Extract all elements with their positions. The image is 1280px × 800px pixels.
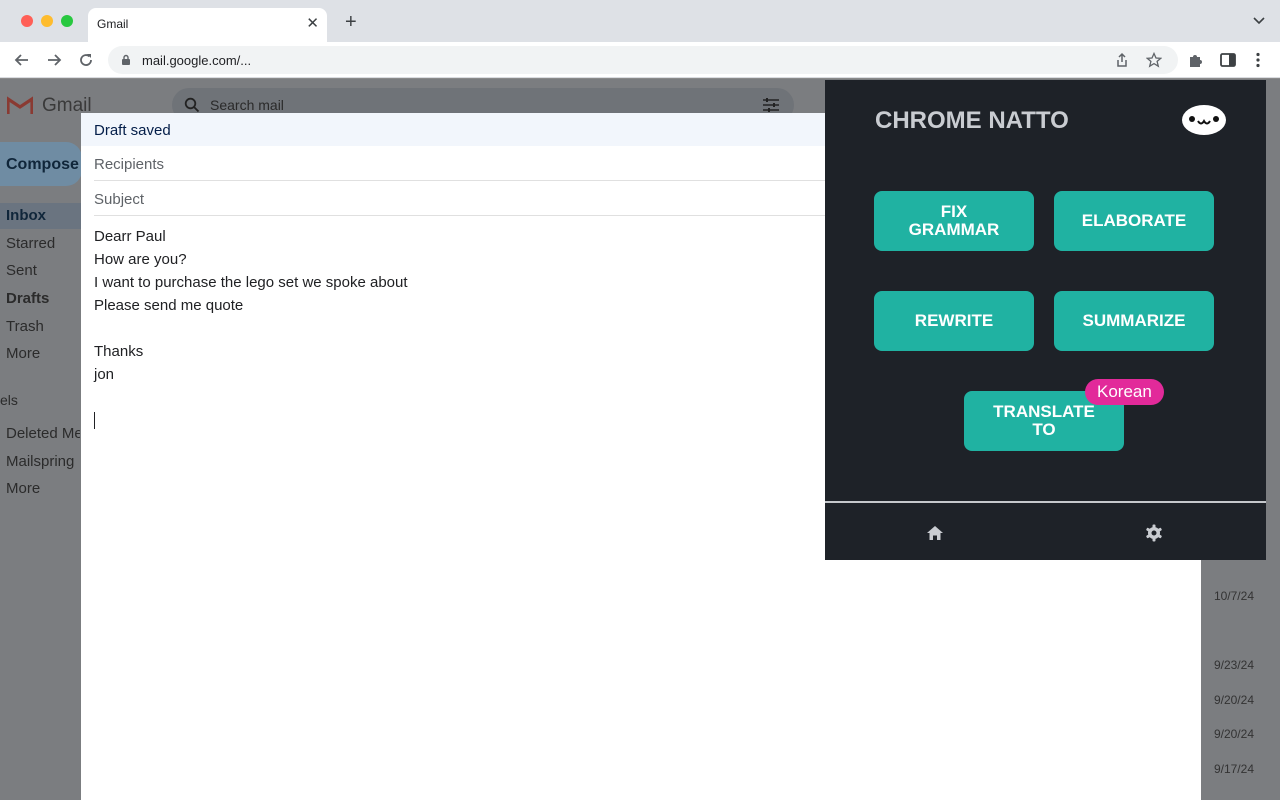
labels-header: els bbox=[0, 392, 18, 408]
summarize-button[interactable]: SUMMARIZE bbox=[1054, 291, 1214, 351]
tab-close-icon[interactable]: ✕ bbox=[306, 14, 319, 32]
fix-grammar-button[interactable]: FIX GRAMMAR bbox=[874, 191, 1034, 251]
nav-starred[interactable]: Starred bbox=[6, 235, 55, 252]
body-line: Thanks bbox=[94, 343, 144, 360]
nav-more[interactable]: More bbox=[6, 345, 40, 362]
new-tab-button[interactable]: + bbox=[345, 12, 357, 32]
recipients-placeholder: Recipients bbox=[94, 156, 165, 173]
compose-label: Compose bbox=[6, 156, 79, 173]
compose-button[interactable]: Compose bbox=[0, 142, 82, 186]
body-line: How are you? bbox=[94, 251, 187, 268]
labels-more[interactable]: More bbox=[6, 480, 40, 497]
address-bar[interactable]: mail.google.com/... bbox=[108, 46, 1178, 74]
tab-search-chevron-icon[interactable] bbox=[1252, 14, 1266, 28]
email-date: 9/20/24 bbox=[1213, 727, 1254, 741]
back-arrow-icon[interactable] bbox=[13, 51, 31, 69]
email-date: 9/17/24 bbox=[1213, 762, 1254, 776]
draft-status: Draft saved bbox=[94, 122, 171, 139]
browser-tabbar: Gmail ✕ + bbox=[0, 0, 1280, 42]
lock-icon[interactable] bbox=[120, 54, 132, 66]
text-cursor bbox=[94, 412, 95, 429]
search-icon[interactable] bbox=[184, 97, 200, 113]
natto-title: CHROME NATTO bbox=[875, 107, 1069, 134]
natto-divider bbox=[825, 501, 1266, 503]
gear-icon[interactable] bbox=[1145, 524, 1163, 542]
body-line: Dearr Paul bbox=[94, 228, 166, 245]
close-window-button[interactable] bbox=[21, 15, 33, 27]
more-vert-icon[interactable] bbox=[1249, 51, 1267, 69]
subject-placeholder: Subject bbox=[94, 191, 145, 208]
tab-title: Gmail bbox=[97, 17, 129, 31]
home-icon[interactable] bbox=[926, 524, 944, 542]
search-options-icon[interactable] bbox=[762, 97, 780, 113]
extensions-puzzle-icon[interactable] bbox=[1187, 51, 1205, 69]
rewrite-button[interactable]: REWRITE bbox=[874, 291, 1034, 351]
search-input[interactable]: Search mail bbox=[210, 97, 284, 113]
elaborate-button[interactable]: ELABORATE bbox=[1054, 191, 1214, 251]
email-date: 9/23/24 bbox=[1213, 658, 1254, 672]
reload-icon[interactable] bbox=[77, 51, 95, 69]
language-badge[interactable]: Korean bbox=[1085, 379, 1164, 405]
label-deleted-messages[interactable]: Deleted Me bbox=[6, 425, 80, 442]
label-mailspring[interactable]: Mailspring bbox=[6, 453, 80, 470]
nav-sent[interactable]: Sent bbox=[6, 262, 37, 279]
gmail-logo-icon bbox=[7, 96, 33, 114]
minimize-window-button[interactable] bbox=[41, 15, 53, 27]
body-line: I want to purchase the lego set we spoke… bbox=[94, 274, 408, 291]
natto-popup: CHROME NATTO FIX GRAMMAR ELABORATE REWRI… bbox=[825, 80, 1266, 560]
body-line: Please send me quote bbox=[94, 297, 244, 314]
maximize-window-button[interactable] bbox=[61, 15, 73, 27]
email-date: 10/7/24 bbox=[1213, 589, 1254, 603]
share-icon[interactable] bbox=[1114, 52, 1130, 68]
nav-inbox[interactable]: Inbox bbox=[6, 207, 46, 224]
email-date: 9/20/24 bbox=[1213, 693, 1254, 707]
bookmark-star-icon[interactable] bbox=[1146, 52, 1162, 68]
natto-logo-icon bbox=[1182, 105, 1226, 135]
url-text[interactable]: mail.google.com/... bbox=[142, 53, 251, 68]
nav-trash[interactable]: Trash bbox=[6, 318, 44, 335]
browser-toolbar: mail.google.com/... bbox=[0, 42, 1280, 78]
side-panel-icon[interactable] bbox=[1219, 51, 1237, 69]
browser-tab-gmail[interactable]: Gmail ✕ bbox=[88, 8, 327, 42]
body-line: jon bbox=[94, 366, 115, 383]
nav-drafts[interactable]: Drafts bbox=[6, 290, 49, 307]
forward-arrow-icon[interactable] bbox=[45, 51, 63, 69]
